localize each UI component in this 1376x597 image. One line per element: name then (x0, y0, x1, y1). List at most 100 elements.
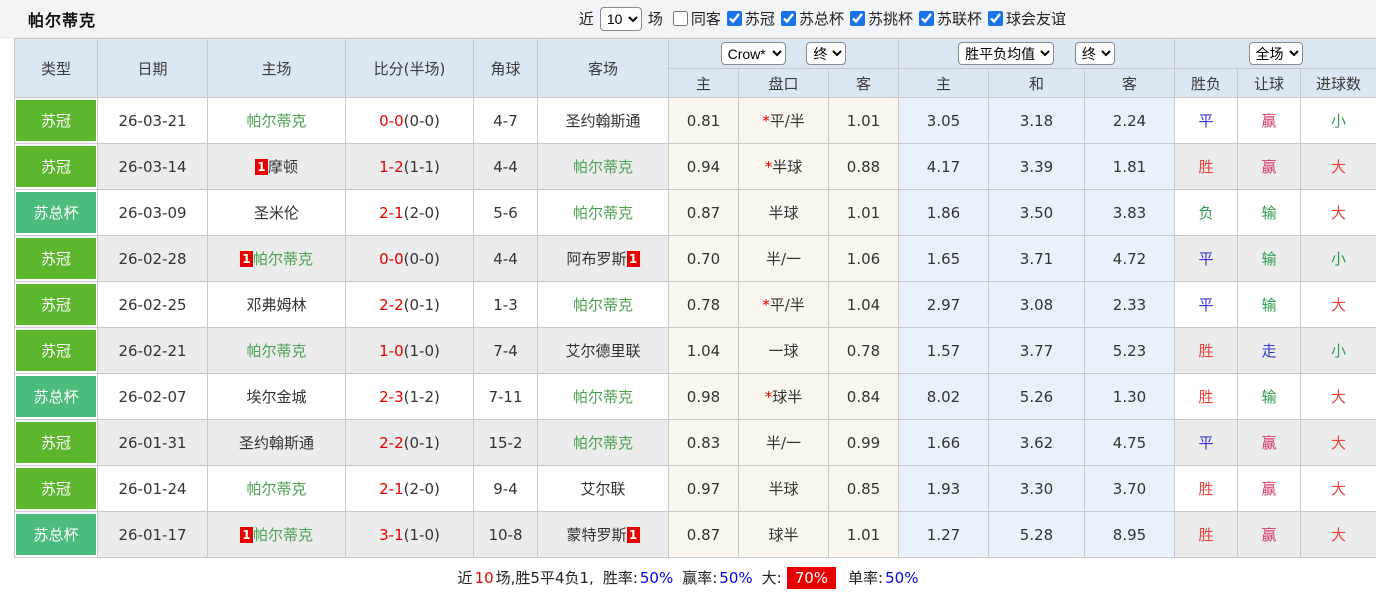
away-team-name[interactable]: 艾尔德里联 (565, 342, 640, 360)
match-history-table: 类型 日期 主场 比分(半场) 角球 客场 Crow* 终 胜平负均值 终 全场 (14, 38, 1376, 558)
away-team-name[interactable]: 艾尔联 (580, 480, 625, 498)
scope-select[interactable]: 全场 (1249, 42, 1303, 65)
home-team-cell: 圣米伦 (208, 190, 346, 236)
league-type-cell: 苏冠 (15, 420, 98, 466)
europe-home-odds: 1.66 (899, 420, 989, 466)
league-filter-苏挑杯[interactable]: 苏挑杯 (850, 8, 913, 29)
league-checkbox[interactable] (850, 11, 865, 26)
col-header-score: 比分(半场) (346, 39, 474, 98)
home-team-name[interactable]: 圣约翰斯通 (239, 434, 314, 452)
europe-away-odds: 1.30 (1085, 374, 1175, 420)
sub-header-europe-home: 主 (899, 69, 989, 98)
away-team-name[interactable]: 帕尔蒂克 (573, 158, 633, 176)
league-filter-label: 苏联杯 (937, 8, 982, 29)
footer-prefix: 近 (458, 567, 473, 588)
match-date: 26-03-14 (98, 144, 208, 190)
handicap-text: 半球 (768, 480, 798, 498)
goals-result-cell: 大 (1301, 374, 1376, 420)
home-team-name[interactable]: 摩顿 (268, 158, 298, 176)
away-team-name[interactable]: 帕尔蒂克 (573, 296, 633, 314)
handicap-text: 半球 (772, 158, 802, 176)
col-header-home: 主场 (208, 39, 346, 98)
league-type-cell: 苏冠 (15, 144, 98, 190)
league-type-badge: 苏总杯 (16, 514, 96, 555)
home-team-name[interactable]: 邓弗姆林 (246, 296, 306, 314)
asian-home-odds: 0.81 (669, 98, 739, 144)
away-team-name[interactable]: 阿布罗斯 (566, 250, 626, 268)
live-star-mark: * (762, 296, 770, 314)
league-filter-球会友谊[interactable]: 球会友谊 (988, 8, 1066, 29)
asian-away-odds: 0.78 (829, 328, 899, 374)
fulltime-score: 3-1 (379, 526, 404, 544)
recent-count-select[interactable]: 10 (600, 7, 642, 31)
asian-handicap: 球半 (739, 512, 829, 558)
home-team-name[interactable]: 帕尔蒂克 (246, 112, 306, 130)
away-team-cell: 帕尔蒂克 (538, 374, 669, 420)
away-team-cell: 阿布罗斯1 (538, 236, 669, 282)
same-venue-checkbox[interactable] (673, 11, 688, 26)
match-row: 苏冠26-03-141摩顿1-2(1-1)4-4帕尔蒂克0.94*半球0.884… (15, 144, 1376, 190)
europe-home-odds: 1.65 (899, 236, 989, 282)
match-result: 平 (1199, 296, 1214, 314)
europe-company-select[interactable]: 胜平负均值 (958, 42, 1054, 65)
goals-result-cell: 大 (1301, 512, 1376, 558)
home-team-name[interactable]: 帕尔蒂克 (246, 342, 306, 360)
handicap-result: 走 (1262, 342, 1277, 360)
handicap-result: 赢 (1262, 158, 1277, 176)
league-type-badge: 苏冠 (16, 330, 96, 371)
league-type-cell: 苏总杯 (15, 512, 98, 558)
europe-away-odds: 8.95 (1085, 512, 1175, 558)
goals-result-cell: 大 (1301, 466, 1376, 512)
home-team-name[interactable]: 帕尔蒂克 (246, 480, 306, 498)
match-date: 26-01-17 (98, 512, 208, 558)
europe-away-odds: 5.23 (1085, 328, 1175, 374)
goals-result: 大 (1331, 388, 1346, 406)
goals-result: 大 (1331, 526, 1346, 544)
handicap-result: 赢 (1262, 480, 1277, 498)
europe-time-select[interactable]: 终 (1075, 42, 1115, 65)
league-filter-苏联杯[interactable]: 苏联杯 (919, 8, 982, 29)
goals-result: 大 (1331, 296, 1346, 314)
away-team-name[interactable]: 帕尔蒂克 (573, 388, 633, 406)
result-cell: 平 (1175, 98, 1238, 144)
halftime-score: (0-1) (404, 434, 440, 452)
europe-draw-odds: 5.26 (989, 374, 1085, 420)
home-team-name[interactable]: 帕尔蒂克 (253, 250, 313, 268)
away-team-name[interactable]: 圣约翰斯通 (565, 112, 640, 130)
europe-draw-odds: 3.39 (989, 144, 1085, 190)
home-team-name[interactable]: 帕尔蒂克 (253, 526, 313, 544)
asian-handicap: *平/半 (739, 98, 829, 144)
result-scope-header: 全场 (1175, 39, 1376, 69)
same-venue-label: 同客 (691, 8, 721, 29)
goals-result: 小 (1331, 250, 1346, 268)
fulltime-score: 0-0 (379, 250, 404, 268)
league-checkbox[interactable] (727, 11, 742, 26)
score-cell: 1-0(1-0) (346, 328, 474, 374)
away-team-name[interactable]: 帕尔蒂克 (573, 204, 633, 222)
home-team-cell: 1摩顿 (208, 144, 346, 190)
same-venue-filter[interactable]: 同客 (673, 8, 721, 29)
handicap-result: 输 (1262, 296, 1277, 314)
league-checkbox[interactable] (781, 11, 796, 26)
home-team-name[interactable]: 埃尔金城 (246, 388, 306, 406)
match-row: 苏冠26-03-21帕尔蒂克0-0(0-0)4-7圣约翰斯通0.81*平/半1.… (15, 98, 1376, 144)
asian-handicap: 半/一 (739, 236, 829, 282)
asian-time-select[interactable]: 终 (806, 42, 846, 65)
home-team-name[interactable]: 圣米伦 (254, 204, 299, 222)
europe-away-odds: 4.72 (1085, 236, 1175, 282)
asian-company-select[interactable]: Crow* (721, 42, 786, 65)
league-filter-苏冠[interactable]: 苏冠 (727, 8, 775, 29)
match-result: 平 (1199, 434, 1214, 452)
halftime-score: (0-0) (404, 112, 440, 130)
score-cell: 0-0(0-0) (346, 236, 474, 282)
league-type-badge: 苏冠 (16, 468, 96, 509)
league-checkbox[interactable] (919, 11, 934, 26)
league-checkbox[interactable] (988, 11, 1003, 26)
away-team-name[interactable]: 蒙特罗斯 (566, 526, 626, 544)
single-rate-label: 单率: (848, 567, 883, 588)
corner-cell: 7-4 (474, 328, 538, 374)
league-filter-苏总杯[interactable]: 苏总杯 (781, 8, 844, 29)
home-team-cell: 帕尔蒂克 (208, 328, 346, 374)
away-team-name[interactable]: 帕尔蒂克 (573, 434, 633, 452)
handicap-result-cell: 赢 (1238, 466, 1301, 512)
